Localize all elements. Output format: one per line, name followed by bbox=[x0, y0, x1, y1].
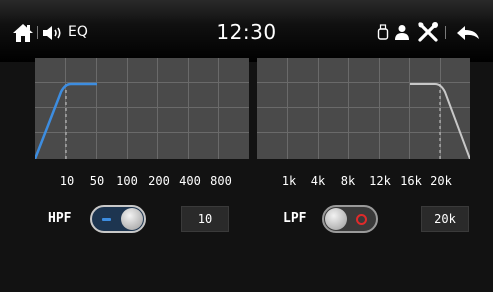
lpf-label: LPF bbox=[283, 211, 307, 226]
lpf-value-box[interactable]: 20k bbox=[421, 206, 469, 232]
lpf-freq-label: 1k bbox=[281, 174, 297, 188]
lpf-freq-label: 16k bbox=[400, 174, 422, 188]
toggle-on-indicator bbox=[102, 218, 111, 221]
hpf-value-box[interactable]: 10 bbox=[181, 206, 229, 232]
back-arrow-icon bbox=[457, 26, 479, 40]
lpf-toggle[interactable] bbox=[322, 205, 378, 233]
lpf-freq-label: 8k bbox=[340, 174, 356, 188]
hpf-graph-svg bbox=[35, 58, 249, 159]
toggle-off-indicator bbox=[356, 214, 367, 225]
lpf-freq-label: 20k bbox=[430, 174, 452, 188]
user-icon bbox=[395, 25, 409, 40]
toggle-knob bbox=[121, 208, 143, 230]
lpf-curve-graph[interactable] bbox=[257, 58, 470, 159]
lpf-freq-label: 12k bbox=[369, 174, 391, 188]
back-button[interactable] bbox=[456, 25, 480, 41]
status-bar: EQ 12:30 bbox=[0, 0, 493, 62]
toggle-knob bbox=[325, 208, 347, 230]
hpf-freq-label: 10 bbox=[59, 174, 75, 188]
hpf-freq-label: 200 bbox=[148, 174, 170, 188]
lpf-graph-svg bbox=[257, 58, 470, 159]
hpf-freq-label: 100 bbox=[116, 174, 138, 188]
user-status bbox=[394, 24, 410, 40]
usb-icon bbox=[377, 24, 389, 40]
usb-status bbox=[377, 24, 389, 40]
hpf-freq-label: 800 bbox=[210, 174, 232, 188]
separator bbox=[445, 26, 446, 39]
tools-icon bbox=[418, 22, 438, 42]
hpf-toggle[interactable] bbox=[90, 205, 146, 233]
lpf-freq-label: 4k bbox=[310, 174, 326, 188]
hpf-freq-label: 400 bbox=[179, 174, 201, 188]
settings-button[interactable] bbox=[417, 22, 439, 42]
hpf-freq-label: 50 bbox=[89, 174, 105, 188]
hpf-curve-graph[interactable] bbox=[35, 58, 249, 159]
hpf-label: HPF bbox=[48, 211, 72, 226]
